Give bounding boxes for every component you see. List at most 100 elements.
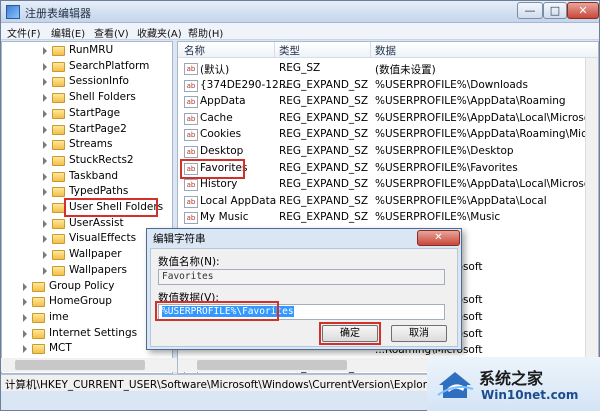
tree-item-label: SessionInfo [69, 75, 129, 88]
string-value-icon: ab [184, 112, 198, 125]
expand-arrow-icon[interactable] [43, 62, 47, 71]
tree-item[interactable]: SearchPlatform [2, 59, 172, 75]
value-type: REG_EXPAND_SZ [279, 145, 369, 157]
value-row[interactable]: ab Cache REG_EXPAND_SZ %USERPROFILE%\AppDat… [178, 111, 598, 127]
tree-item[interactable]: StartPage2 [2, 122, 172, 138]
folder-icon [32, 328, 45, 339]
tree-item-label: VisualEffects [69, 232, 137, 245]
folder-icon [52, 155, 65, 166]
value-row-highlight [180, 158, 245, 179]
folder-icon [32, 297, 45, 308]
menu-file[interactable]: 文件(F) [7, 25, 41, 40]
expand-arrow-icon[interactable] [23, 282, 27, 291]
expand-arrow-icon[interactable] [43, 78, 47, 87]
value-type: REG_EXPAND_SZ [279, 111, 369, 124]
folder-icon [52, 218, 65, 229]
expand-arrow-icon[interactable] [43, 235, 47, 244]
tree-item[interactable]: Shell Folders [2, 90, 172, 106]
value-data: %USERPROFILE%\AppData\Local\Microsoft\ [375, 178, 599, 191]
folder-icon [52, 93, 65, 104]
value-row[interactable]: ab {374DE290-12... REG_EXPAND_SZ %USERPROFI… [178, 78, 598, 94]
menu-help[interactable]: 帮助(H) [188, 25, 223, 40]
expand-arrow-icon[interactable] [43, 219, 47, 228]
expand-arrow-icon[interactable] [43, 94, 47, 103]
folder-icon [52, 46, 65, 56]
value-data: (数值未设置) [375, 64, 436, 76]
folder-icon [32, 344, 45, 355]
value-data: %USERPROFILE%\Music [375, 211, 501, 224]
tree-item-label: HomeGroup [49, 295, 112, 308]
dialog-title: 编辑字符串 [153, 233, 206, 245]
menu-favorites[interactable]: 收藏夹(A) [137, 25, 182, 40]
value-data: %USERPROFILE%\Desktop [375, 145, 514, 157]
expand-arrow-icon[interactable] [23, 313, 27, 322]
tree-item-label: Wallpaper [69, 248, 122, 261]
menu-edit[interactable]: 编辑(E) [51, 25, 85, 40]
expand-arrow-icon[interactable] [43, 141, 47, 150]
value-name: My Music [200, 211, 249, 224]
folder-icon [52, 250, 65, 261]
value-row[interactable]: ab My Music REG_EXPAND_SZ %USERPROFILE%\Mus… [178, 210, 598, 226]
value-type: REG_EXPAND_SZ [279, 178, 369, 191]
column-header-type[interactable]: 类型 [279, 43, 300, 58]
tree-item[interactable]: RunMRU [2, 43, 172, 59]
expand-arrow-icon[interactable] [43, 204, 47, 212]
string-value-icon: ab [184, 179, 198, 192]
menu-view[interactable]: 查看(V) [94, 25, 129, 40]
value-name: AppData [200, 95, 246, 108]
expand-arrow-icon[interactable] [43, 109, 47, 118]
string-value-icon: ab [184, 129, 198, 142]
list-header: 名称 类型 数据 [178, 42, 598, 58]
house-logo-icon [437, 372, 474, 398]
column-header-data[interactable]: 数据 [375, 43, 396, 58]
watermark-title: 系统之家 [479, 369, 544, 388]
value-name-field[interactable]: Favorites [158, 269, 445, 285]
column-divider[interactable] [274, 42, 275, 58]
expand-arrow-icon[interactable] [43, 266, 47, 275]
value-row[interactable]: ab Local AppData REG_EXPAND_SZ %USERPROFILE… [178, 194, 598, 210]
expand-arrow-icon[interactable] [43, 156, 47, 165]
value-type: REG_EXPAND_SZ [279, 211, 369, 224]
expand-arrow-icon[interactable] [43, 251, 47, 260]
cancel-button[interactable]: 取消 [391, 325, 447, 342]
expand-arrow-icon[interactable] [43, 47, 47, 55]
tree-item-label: Taskband [69, 169, 119, 182]
folder-icon [52, 171, 65, 182]
value-type: REG_EXPAND_SZ [279, 128, 369, 141]
value-row[interactable]: ab (默认) REG_SZ (数值未设置) [178, 61, 598, 77]
column-header-name[interactable]: 名称 [184, 43, 205, 58]
value-row[interactable]: ab Desktop REG_EXPAND_SZ %USERPROFILE%\Desk… [178, 144, 598, 160]
value-row[interactable]: ab Cookies REG_EXPAND_SZ %USERPROFILE%\AppD… [178, 127, 598, 143]
expand-arrow-icon[interactable] [43, 188, 47, 197]
maximize-button[interactable]: □ [543, 2, 567, 19]
tree-item[interactable]: SessionInfo [2, 74, 172, 90]
dialog-body: 数值名称(N): Favorites 数值数据(V): %USERPROFILE… [150, 248, 458, 347]
value-row[interactable]: ab AppData REG_EXPAND_SZ %USERPROFILE%\AppD… [178, 94, 598, 110]
tree-item[interactable]: Streams [2, 137, 172, 153]
menu-bar: 文件(F) 编辑(E) 查看(V) 收藏夹(A) 帮助(H) [1, 23, 599, 40]
regedit-app-icon [6, 5, 20, 19]
value-type: REG_EXPAND_SZ [279, 161, 369, 174]
dialog-close-button[interactable]: ✕ [417, 230, 460, 246]
tree-item-label: StuckRects2 [69, 153, 134, 166]
string-value-icon: ab [184, 212, 198, 225]
value-data: %USERPROFILE%\AppData\Roaming [375, 95, 566, 108]
close-button[interactable]: ✕ [567, 2, 599, 19]
tree-item-label: Streams [69, 138, 113, 151]
expand-arrow-icon[interactable] [43, 125, 47, 134]
folder-icon [32, 281, 45, 292]
expand-arrow-icon[interactable] [43, 172, 47, 181]
tree-item[interactable]: Taskband [2, 169, 172, 185]
tree-item[interactable]: StuckRects2 [2, 153, 172, 169]
minimize-button[interactable]: — [517, 2, 543, 19]
tree-item-label: StartPage2 [69, 122, 127, 135]
site-watermark: 系统之家 Win10net.com [427, 357, 600, 411]
column-divider[interactable] [370, 42, 371, 58]
tree-item[interactable]: StartPage [2, 106, 172, 122]
expand-arrow-icon[interactable] [23, 345, 27, 354]
expand-arrow-icon[interactable] [23, 329, 27, 338]
expand-arrow-icon[interactable] [23, 298, 27, 307]
vertical-scrollbar[interactable] [585, 58, 598, 358]
value-row[interactable]: ab History REG_EXPAND_SZ %USERPROFILE%\AppD… [178, 177, 599, 193]
string-value-icon: ab [184, 96, 198, 109]
